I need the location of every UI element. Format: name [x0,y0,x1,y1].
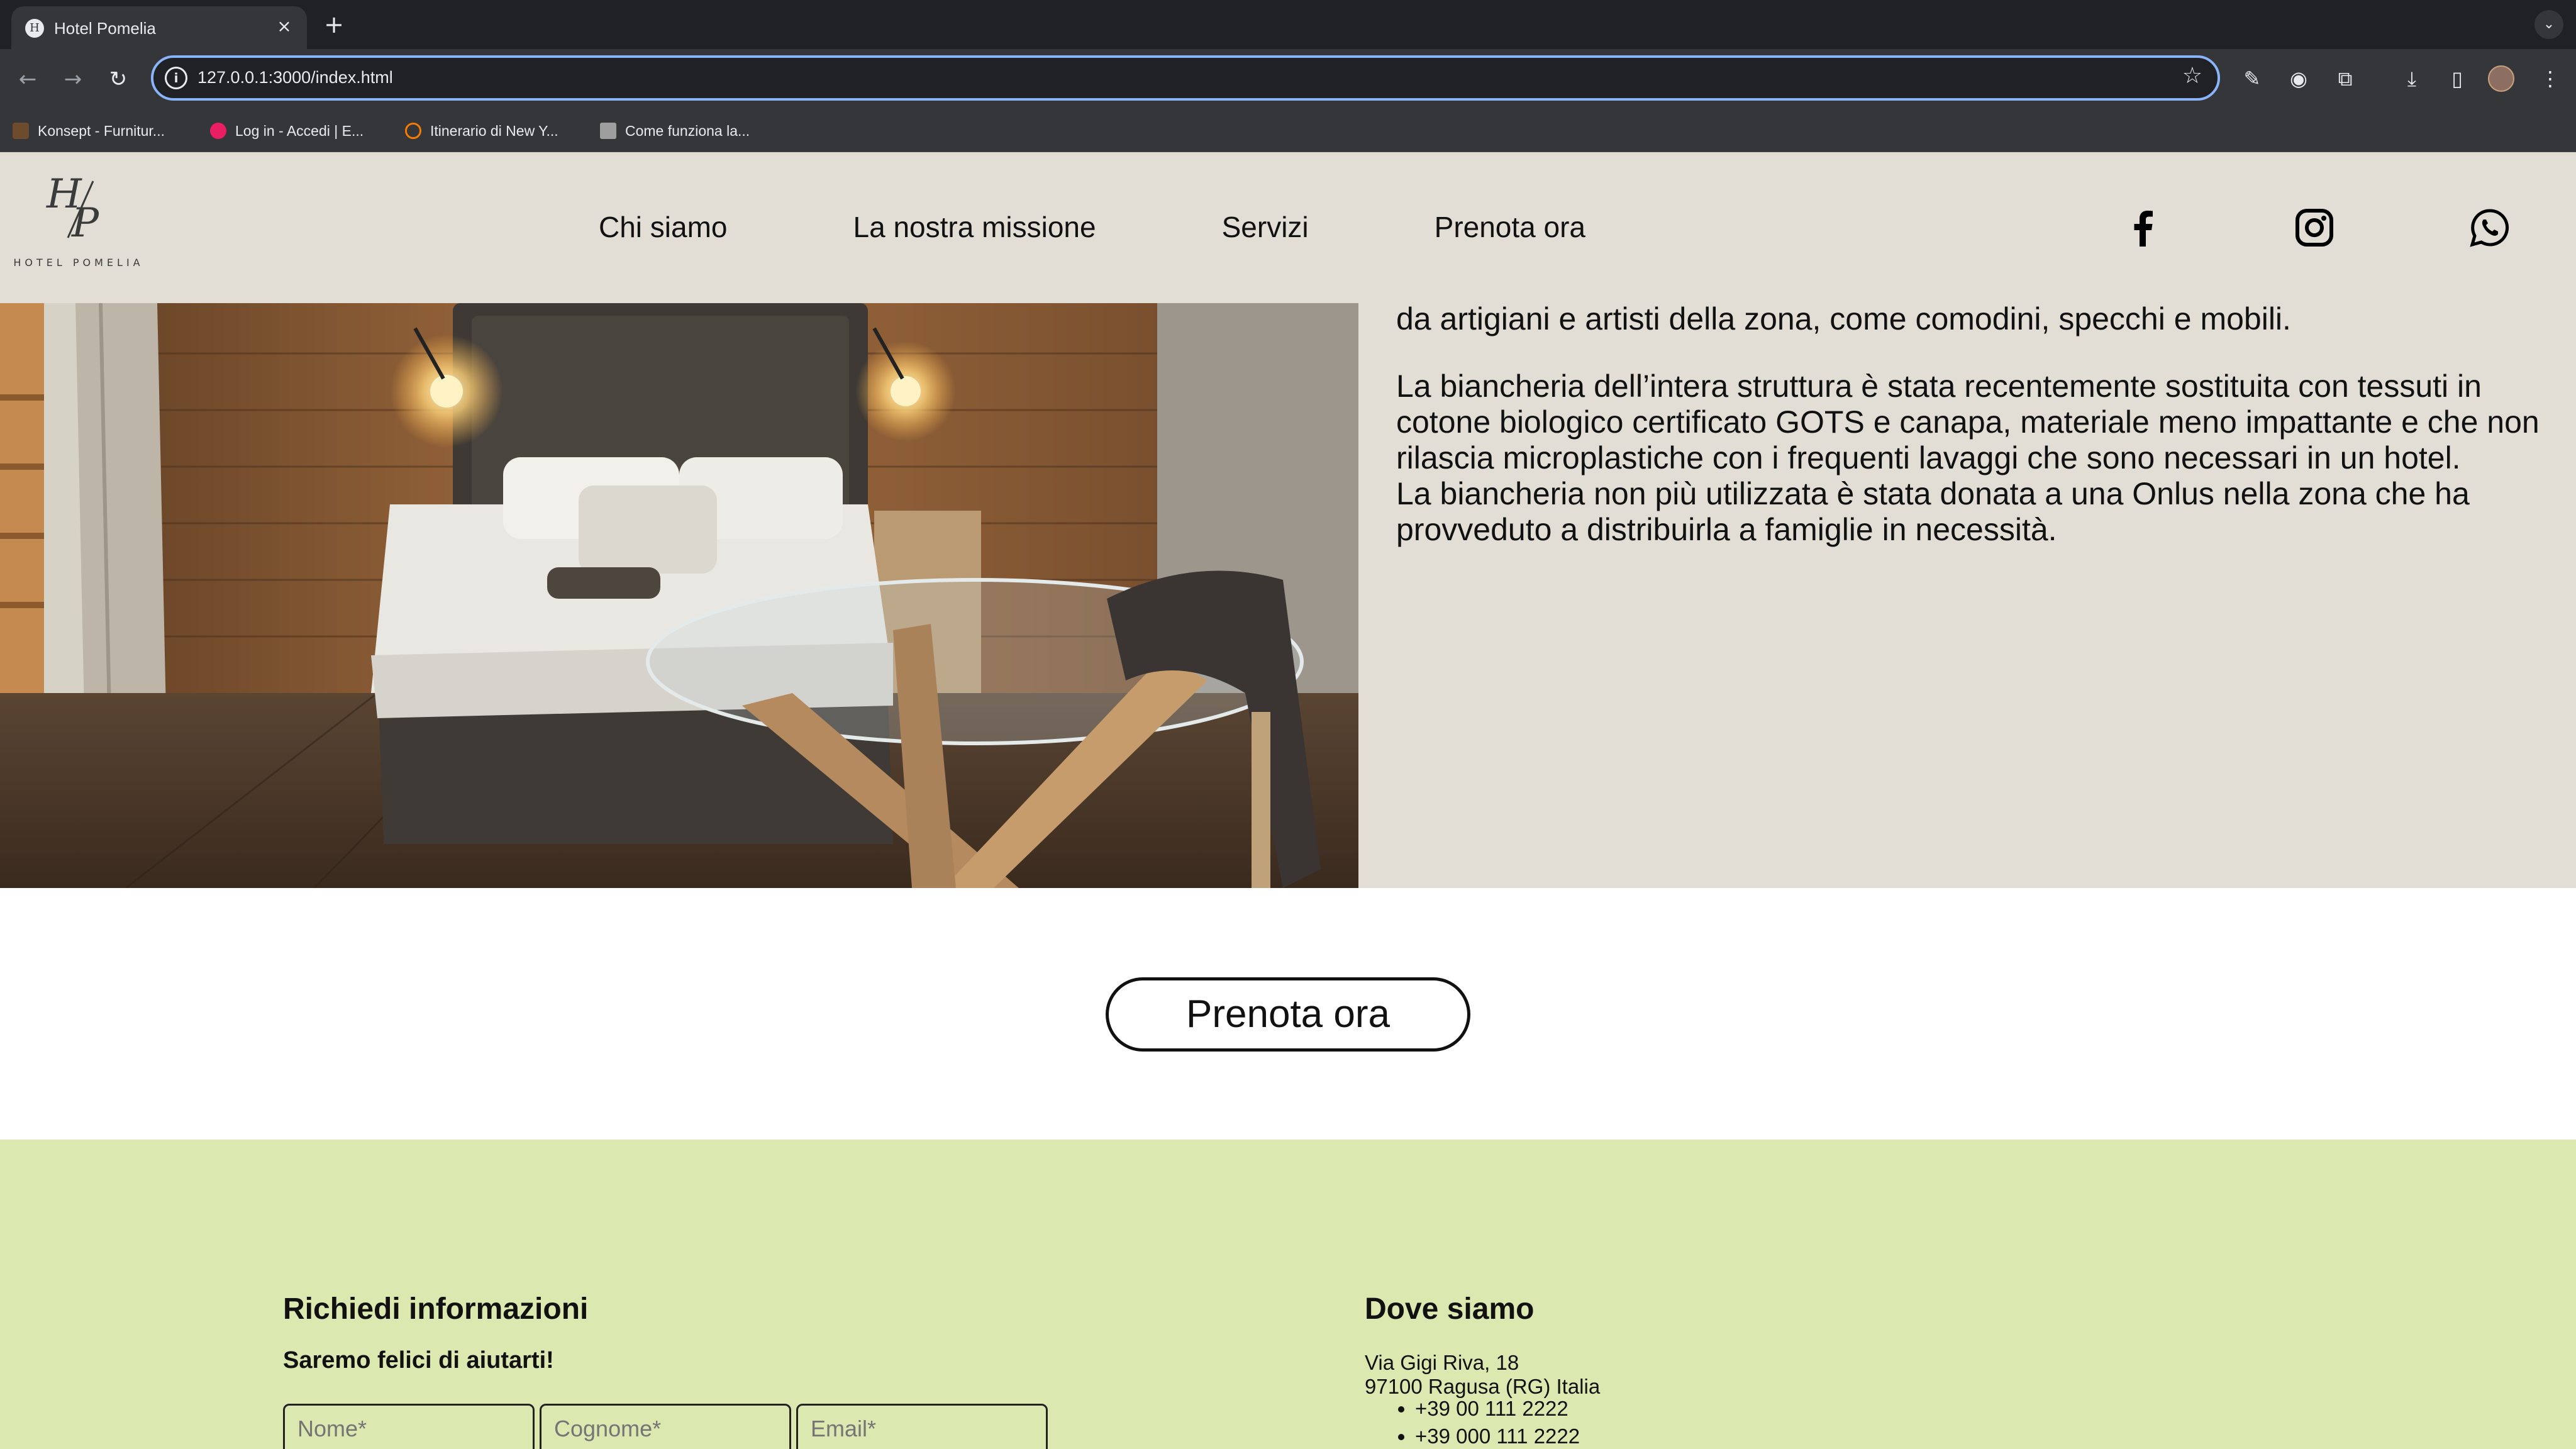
feature-paragraph: La biancheria non più utilizzata è stata… [1396,476,2470,547]
info-subtitle: Saremo felici di aiutarti! [283,1347,554,1374]
back-icon[interactable]: ← [13,64,43,94]
bookmark-label: Log in - Accedi | E... [235,122,364,139]
logo-monogram: H P [43,169,118,258]
eye-extension-icon[interactable]: ◉ [2283,63,2314,94]
phone-list: +39 00 111 2222 +39 000 111 2222 [1384,1395,1580,1449]
bookmark-favicon-icon [600,123,616,139]
last-name-field[interactable] [540,1404,791,1449]
room-photo [0,303,1358,888]
footer: Richiedi informazioni Saremo felici di a… [0,1140,2576,1449]
menu-icon[interactable]: ⋮ [2534,63,2566,94]
nav-la-nostra-missione[interactable]: La nostra missione [853,210,1096,244]
email-field[interactable] [796,1404,1048,1449]
main-nav: Chi siamo La nostra missione Servizi Pre… [599,210,1711,244]
browser-tab[interactable]: H Hotel Pomelia × [11,6,307,49]
prenota-ora-button[interactable]: Prenota ora [1106,977,1470,1052]
bookmark-label: Itinerario di New Y... [430,122,558,139]
bookmark-item[interactable]: Konsept - Furnitur... [13,118,165,143]
close-tab-icon[interactable]: × [273,15,296,38]
info-title: Richiedi informazioni [283,1292,589,1326]
address-bar[interactable]: i 127.0.0.1:3000/index.html ☆ [151,55,2220,101]
nav-chi-siamo[interactable]: Chi siamo [599,210,728,244]
logo-text: HOTEL POMELIA [13,257,144,269]
bookmark-star-icon[interactable]: ☆ [2182,63,2202,89]
new-tab-icon[interactable]: + [321,11,347,38]
forward-icon[interactable]: → [58,64,88,94]
url-text[interactable]: 127.0.0.1:3000/index.html [197,68,393,87]
nav-servizi[interactable]: Servizi [1222,210,1309,244]
profile-avatar[interactable] [2488,65,2514,92]
bookmark-item[interactable]: Log in - Accedi | E... [210,118,364,143]
cta-section: Prenota ora [0,888,2576,1140]
facebook-icon[interactable] [2123,208,2163,248]
bookmark-item[interactable]: Come funziona la... [600,118,750,143]
hotel-logo[interactable]: H P HOTEL POMELIA [13,169,145,275]
first-name-field[interactable] [283,1404,535,1449]
favicon-icon: H [25,19,44,38]
bookmarks-bar: Konsept - Furnitur... Log in - Accedi | … [0,109,2576,152]
bookmark-favicon-icon [405,123,421,139]
hp-monogram-icon: H P [46,171,104,247]
whatsapp-icon[interactable] [2469,208,2509,248]
bookmark-item[interactable]: Itinerario di New Y... [405,118,558,143]
tab-title: Hotel Pomelia [54,19,156,38]
site-info-icon[interactable]: i [165,67,187,89]
location-title: Dove siamo [1365,1292,1535,1326]
download-icon[interactable]: ⤓ [2396,63,2428,94]
web-page: Le camere sono dotate di arredamenti ric… [0,152,2576,1449]
instagram-icon[interactable] [2294,208,2334,248]
feature-paragraph: La biancheria dell’intera struttura è st… [1396,369,2540,475]
bookmark-favicon-icon [13,123,29,139]
bookmark-label: Come funziona la... [625,122,750,139]
pen-icon[interactable]: ✎ [2236,63,2268,94]
nav-prenota-ora[interactable]: Prenota ora [1435,210,1585,244]
address: Via Gigi Riva, 18 97100 Ragusa (RG) Ital… [1365,1351,1600,1399]
site-header: H P HOTEL POMELIA Chi siamo La nostra mi… [0,152,2576,303]
tab-strip: H Hotel Pomelia × + ⌄ [0,0,2576,49]
phone-item[interactable]: +39 00 111 2222 [1415,1395,1580,1423]
address-line: Via Gigi Riva, 18 [1365,1351,1519,1374]
bookmark-favicon-icon [210,123,226,139]
browser-toolbar: ← → ↻ i 127.0.0.1:3000/index.html ☆ ✎ ◉ … [0,49,2576,109]
feature-text: Le camere sono dotate di arredamenti ric… [1396,265,2541,579]
reload-icon[interactable]: ↻ [103,64,133,94]
tab-search-icon[interactable]: ⌄ [2534,10,2563,39]
bookmark-label: Konsept - Furnitur... [38,122,165,139]
extensions-icon[interactable]: ⧉ [2329,63,2361,94]
side-panel-icon[interactable]: ▯ [2441,63,2473,94]
svg-text:P: P [71,200,99,244]
phone-item[interactable]: +39 000 111 2222 [1415,1423,1580,1449]
